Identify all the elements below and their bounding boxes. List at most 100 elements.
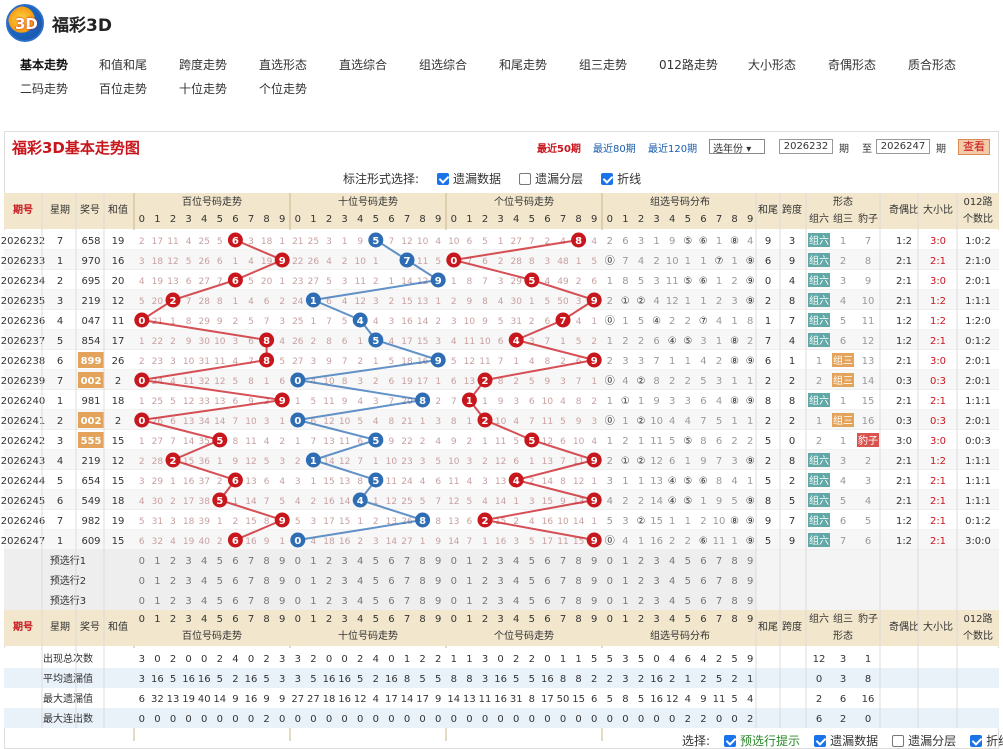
missing-value: 26: [292, 337, 304, 347]
group-cell: 1: [700, 296, 706, 307]
stats-value: 13: [463, 694, 476, 705]
missing-value: 7: [467, 537, 473, 547]
missing-value: 12: [401, 237, 412, 247]
missing-value: 3: [451, 317, 457, 327]
missing-value: 9: [233, 457, 239, 467]
group-cell: 2: [622, 436, 628, 447]
preselect-hint-checkbox[interactable]: [724, 734, 737, 747]
group-cell: 6: [669, 456, 675, 467]
group-cell: 2: [669, 316, 675, 327]
group-cell: 2: [685, 376, 691, 387]
year-select[interactable]: 选年份 ▾: [709, 139, 765, 155]
issue-cell: 2026246: [1, 516, 46, 527]
route-cell: 0:0:3: [965, 436, 991, 447]
nav-item-7[interactable]: 组三走势: [579, 56, 627, 73]
missing-value: 10: [183, 357, 195, 367]
preselect-digit: 9: [747, 576, 753, 587]
stats-value: 11: [479, 694, 492, 705]
missing-value: 11: [339, 437, 350, 447]
missing-value: 4: [373, 317, 379, 327]
preselect-digit: 6: [232, 596, 238, 607]
missing-value: 32: [198, 377, 209, 387]
from-issue-input[interactable]: 2026232: [779, 139, 833, 154]
footer-digit: 2: [482, 614, 488, 625]
nav-item-15[interactable]: 个位走势: [259, 80, 307, 97]
recent-50-link[interactable]: 最近50期: [537, 140, 581, 155]
form-label: 组六: [809, 494, 829, 507]
header-digit: 1: [466, 214, 472, 225]
footer-layer-checkbox[interactable]: [892, 734, 905, 747]
line-checkbox[interactable]: [601, 172, 614, 185]
stats-value: 0: [388, 654, 394, 665]
group-cell: ②: [637, 416, 646, 427]
stats-value: 2: [638, 674, 644, 685]
prize-cell: 970: [81, 256, 100, 267]
missing-layer-checkbox[interactable]: [519, 172, 532, 185]
ball-number: 2: [170, 296, 177, 307]
preselect-digit: 4: [669, 556, 675, 567]
missing-value: 1: [295, 437, 301, 447]
preselect-digit: 4: [513, 556, 519, 567]
missing-value: 13: [542, 457, 553, 467]
stats-value: 0: [513, 714, 519, 725]
missing-value: 10: [573, 437, 585, 447]
nav-item-6[interactable]: 和尾走势: [499, 56, 547, 73]
group-cell: 7: [622, 256, 628, 267]
group-cell: ④: [652, 316, 661, 327]
nav-item-9[interactable]: 大小形态: [748, 56, 796, 73]
ball-number: 8: [575, 236, 582, 247]
missing-value: 8: [529, 257, 535, 267]
missing-value: 3: [373, 397, 379, 407]
footer-digit: 3: [185, 614, 191, 625]
nav-item-8[interactable]: 012路走势: [659, 56, 718, 73]
stats-label: 平均遗漏值: [43, 672, 93, 685]
preselect-digit: 4: [513, 596, 519, 607]
preselect-digit: 7: [716, 576, 722, 587]
nav-item-14[interactable]: 十位走势: [179, 80, 227, 97]
prize-cell: 981: [81, 396, 100, 407]
missing-value: 5: [529, 377, 535, 387]
nav-item-3[interactable]: 直选形态: [259, 56, 307, 73]
view-button[interactable]: 查看: [958, 139, 990, 155]
group-cell: 2: [607, 236, 613, 247]
stats-value: 16: [151, 674, 164, 685]
recent-80-link[interactable]: 最近80期: [593, 140, 636, 155]
nav-item-12[interactable]: 二码走势: [20, 80, 68, 97]
preselect-digit: 6: [388, 576, 394, 587]
missing-value: 4: [186, 237, 192, 247]
stats-value: 2: [310, 654, 316, 665]
nav-item-5[interactable]: 组选综合: [419, 56, 467, 73]
week-cell: 7: [57, 376, 63, 387]
group-cell: 4: [716, 396, 722, 407]
nav-item-10[interactable]: 奇偶形态: [828, 56, 876, 73]
nav-item-1[interactable]: 和值和尾: [99, 56, 147, 73]
missing-value: 12: [183, 397, 194, 407]
stats-value: 9: [435, 694, 441, 705]
stats-value: 0: [295, 714, 301, 725]
to-issue-input[interactable]: 2026247: [876, 139, 930, 154]
nav-item-0[interactable]: 基本走势: [20, 56, 68, 73]
missing-value: 27: [401, 537, 412, 547]
missing-value: 7: [233, 417, 239, 427]
footer-missing-checkbox[interactable]: [814, 734, 827, 747]
nav-item-4[interactable]: 直选综合: [339, 56, 387, 73]
nav-item-13[interactable]: 百位走势: [99, 80, 147, 97]
stats-value: 2: [700, 714, 706, 725]
preselect-digit: 8: [731, 596, 737, 607]
missing-value: 11: [479, 357, 490, 367]
nav-item-11[interactable]: 质合形态: [908, 56, 956, 73]
footer-line-checkbox[interactable]: [970, 734, 983, 747]
missing-value: 2: [591, 397, 597, 407]
group-cell: ⑥: [699, 236, 708, 247]
stats-value: 17: [416, 694, 429, 705]
missing-value: 10: [354, 257, 366, 267]
big-small-cell: 0:3: [930, 376, 946, 387]
missing-value: 4: [435, 237, 441, 247]
nav-item-2[interactable]: 跨度走势: [179, 56, 227, 73]
missing-value: 13: [495, 477, 506, 487]
recent-120-link[interactable]: 最近120期: [648, 140, 697, 155]
missing-data-checkbox[interactable]: [437, 172, 450, 185]
footer-digit: 2: [326, 614, 332, 625]
sum-cell: 12: [112, 456, 125, 467]
missing-value: 1: [264, 377, 270, 387]
